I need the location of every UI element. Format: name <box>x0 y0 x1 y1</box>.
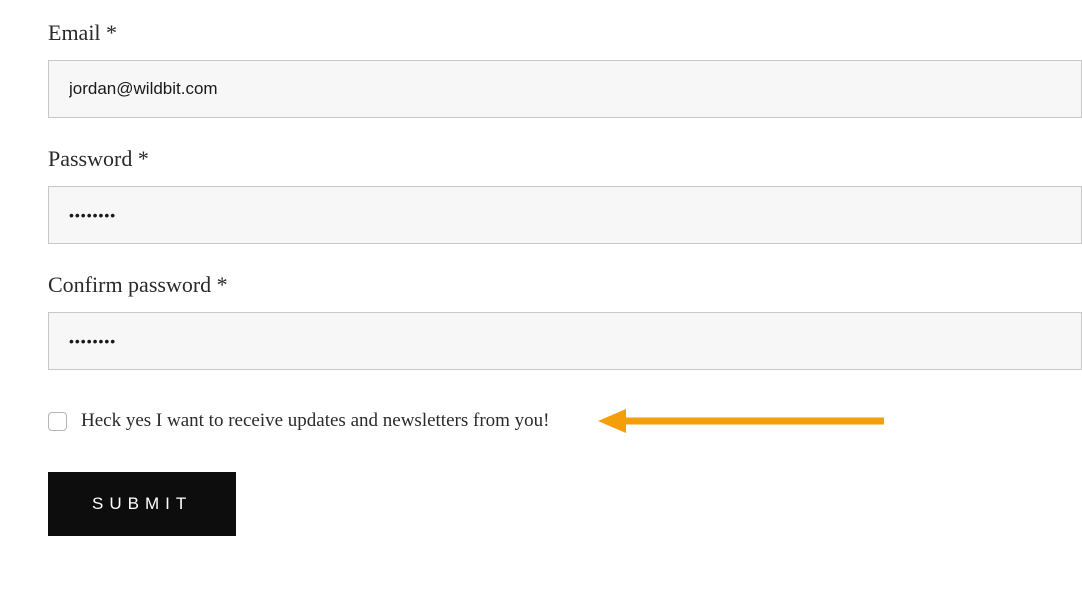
newsletter-row: Heck yes I want to receive updates and n… <box>48 410 1082 432</box>
confirm-password-group: Confirm password * <box>48 272 1082 370</box>
password-label: Password * <box>48 146 1082 172</box>
annotation-arrow-icon <box>596 404 886 438</box>
confirm-password-field[interactable] <box>48 312 1082 370</box>
email-group: Email * <box>48 20 1082 118</box>
password-group: Password * <box>48 146 1082 244</box>
email-label: Email * <box>48 20 1082 46</box>
submit-button[interactable]: SUBMIT <box>48 472 236 536</box>
newsletter-label[interactable]: Heck yes I want to receive updates and n… <box>81 410 550 432</box>
confirm-password-label: Confirm password * <box>48 272 1082 298</box>
password-field[interactable] <box>48 186 1082 244</box>
newsletter-checkbox[interactable] <box>48 412 67 431</box>
email-field[interactable] <box>48 60 1082 118</box>
